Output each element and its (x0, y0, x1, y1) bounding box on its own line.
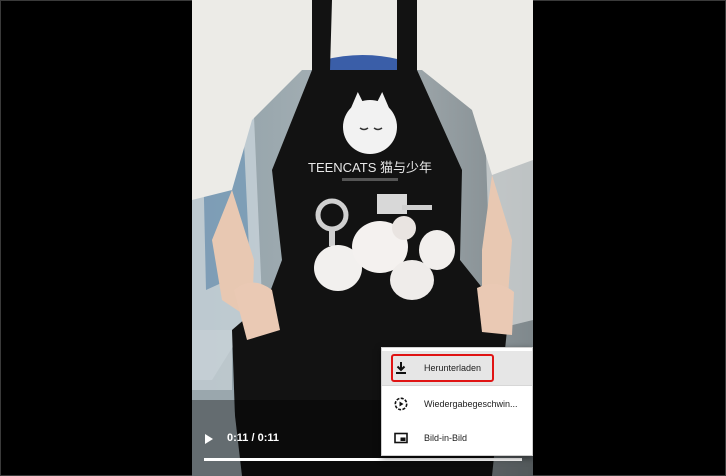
menu-divider (382, 385, 532, 386)
picture-in-picture-menu-item[interactable]: Bild-in-Bild (382, 421, 532, 455)
svg-text:TEENCATS 猫与少年: TEENCATS 猫与少年 (308, 160, 432, 175)
playback-speed-label: Wiedergabegeschwin... (424, 399, 518, 409)
playback-speed-icon (394, 397, 408, 411)
play-icon[interactable] (205, 434, 213, 444)
download-menu-item[interactable]: Herunterladen (382, 351, 532, 385)
picture-in-picture-icon (394, 432, 408, 444)
download-label: Herunterladen (424, 363, 482, 373)
playback-speed-menu-item[interactable]: Wiedergabegeschwin... (382, 387, 532, 421)
download-icon (396, 362, 406, 374)
time-display: 0:11 / 0:11 (227, 432, 279, 444)
progress-bar[interactable] (204, 458, 522, 461)
picture-in-picture-label: Bild-in-Bild (424, 433, 468, 443)
progress-fill (204, 458, 522, 461)
context-menu: Herunterladen Wiedergabegeschwin... Bild… (381, 347, 533, 456)
